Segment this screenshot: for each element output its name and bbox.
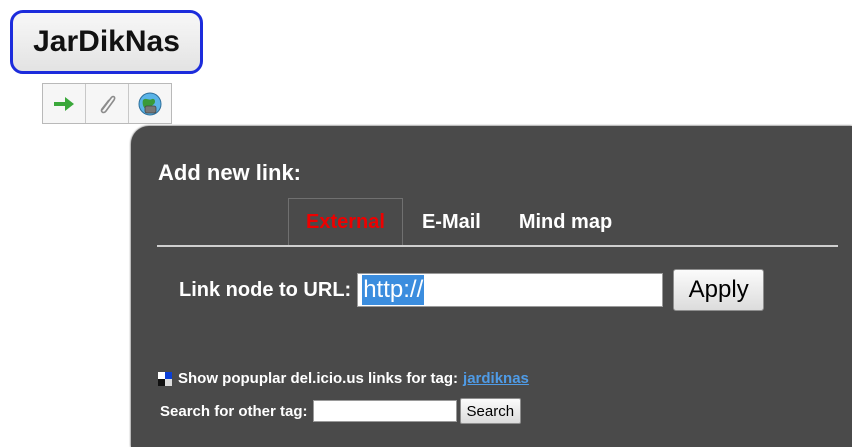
search-label: Search for other tag: <box>160 402 308 420</box>
delicious-row: Show popuplar del.icio.us links for tag:… <box>158 370 529 387</box>
node-toolbar <box>42 83 172 124</box>
attach-button[interactable] <box>86 84 129 123</box>
tab-external[interactable]: External <box>288 198 403 246</box>
globe-link-icon <box>138 92 162 115</box>
tab-divider <box>157 245 838 247</box>
url-input-value: http:// <box>362 275 425 305</box>
tag-search-row: Search for other tag: Search <box>160 398 522 424</box>
web-link-button[interactable] <box>129 84 171 123</box>
arrow-right-icon <box>54 96 74 111</box>
add-link-button[interactable] <box>43 84 86 123</box>
apply-button[interactable]: Apply <box>673 269 765 311</box>
url-input[interactable]: http:// <box>357 273 664 307</box>
link-type-tabs: External E-Mail Mind map <box>288 198 631 246</box>
tab-mind-map[interactable]: Mind map <box>500 198 631 246</box>
search-button[interactable]: Search <box>459 398 522 424</box>
url-row: Link node to URL: http:// Apply <box>179 269 765 311</box>
tab-email[interactable]: E-Mail <box>403 198 500 246</box>
add-link-panel: Add new link: External E-Mail Mind map L… <box>131 126 852 447</box>
node-label: JarDikNas <box>33 25 180 58</box>
url-label: Link node to URL: <box>179 278 352 301</box>
tag-search-input[interactable] <box>312 400 457 422</box>
panel-title: Add new link: <box>158 160 301 185</box>
delicious-icon <box>158 371 172 386</box>
mind-map-node[interactable]: JarDikNas <box>10 10 203 74</box>
delicious-tag-link[interactable]: jardiknas <box>463 370 529 387</box>
delicious-text: Show popuplar del.icio.us links for tag: <box>178 370 459 387</box>
paperclip-icon <box>100 95 116 113</box>
